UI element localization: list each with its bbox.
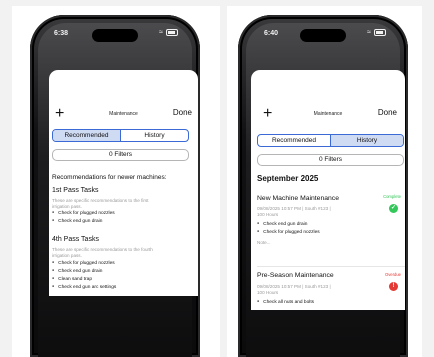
list-item: Check all nuts and bolts xyxy=(257,300,314,305)
list-item: Check for plugged nozzles xyxy=(257,230,320,235)
tab-recommended[interactable]: Recommended xyxy=(258,135,330,146)
status-icons: ≈ xyxy=(159,29,178,36)
wifi-icon: ≈ xyxy=(367,29,371,36)
tab-history[interactable]: History xyxy=(330,135,403,146)
status-badge: Complete xyxy=(383,194,401,199)
status-badge: Overdue xyxy=(384,272,401,277)
filters-button[interactable]: 0 Filters xyxy=(257,154,404,166)
list-item: Check for plugged nozzles xyxy=(52,211,115,216)
note-field[interactable]: Note... xyxy=(257,240,271,246)
maintenance-sheet-right: + Maintenance Done Recommended History 0… xyxy=(251,70,405,310)
list-item: Check for plugged nozzles xyxy=(52,261,115,266)
dynamic-island xyxy=(92,29,138,42)
list-item: Clean sand trap xyxy=(52,277,92,282)
exclamation-icon: ! xyxy=(389,282,398,291)
record-title[interactable]: Pre-Season Maintenance xyxy=(257,272,334,279)
dynamic-island xyxy=(300,29,346,42)
filters-button[interactable]: 0 Filters xyxy=(52,149,189,161)
section-description: irrigation pass. xyxy=(52,204,82,209)
tab-recommended[interactable]: Recommended xyxy=(53,130,120,141)
sheet-header: + Maintenance Done xyxy=(49,106,198,126)
list-item: Check end gun drain xyxy=(257,222,307,227)
record-meta: 100 Hours xyxy=(257,290,279,295)
tab-history[interactable]: History xyxy=(120,130,188,141)
month-heading: September 2025 xyxy=(257,174,319,183)
done-button[interactable]: Done xyxy=(378,108,397,117)
section-title: 4th Pass Tasks xyxy=(52,236,99,243)
section-title: 1st Pass Tasks xyxy=(52,187,99,194)
maintenance-sheet-left: + Maintenance Done Recommended History 0… xyxy=(49,70,198,296)
segmented-control: Recommended History xyxy=(52,129,189,142)
section-description: irrigation pass. xyxy=(52,253,82,258)
sheet-header: + Maintenance Done xyxy=(251,106,405,126)
checkmark-icon: ✓ xyxy=(389,204,398,213)
battery-icon xyxy=(374,29,386,36)
battery-icon xyxy=(166,29,178,36)
done-button[interactable]: Done xyxy=(173,108,192,117)
status-time: 6:38 xyxy=(54,30,69,37)
recommendations-heading: Recommendations for newer machines: xyxy=(52,174,167,181)
list-item: Check end gun drain xyxy=(52,269,102,274)
status-icons: ≈ xyxy=(367,29,386,36)
status-time: 6:40 xyxy=(264,30,279,37)
list-item: Check end gun arc settings xyxy=(52,285,116,290)
wifi-icon: ≈ xyxy=(159,29,163,36)
list-item: Check end gun drain xyxy=(52,219,102,224)
segmented-control: Recommended History xyxy=(257,134,404,147)
record-meta: 100 Hours xyxy=(257,212,279,217)
divider xyxy=(257,266,405,267)
record-title[interactable]: New Machine Maintenance xyxy=(257,195,339,202)
